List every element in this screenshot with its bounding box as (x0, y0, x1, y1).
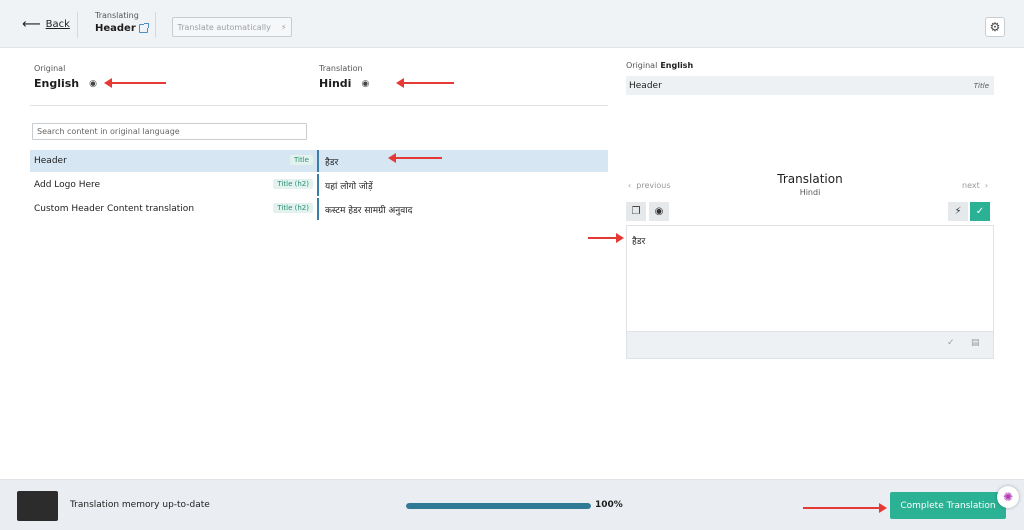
translation-panel-title: Translation Hindi (626, 172, 994, 197)
row-type-badge: Title (h2) (273, 179, 313, 189)
gear-icon: ⚙ (989, 20, 1001, 34)
external-link-icon[interactable] (138, 23, 149, 33)
table-row[interactable]: Add Logo Here Title (h2) यहां लोगो जोड़े… (30, 174, 608, 196)
translation-language-value: Hindi (319, 77, 352, 90)
eye-off-icon[interactable]: ◉ (361, 79, 369, 89)
translation-language-label: Translation (319, 64, 363, 73)
translation-editor-text[interactable]: हैडर (632, 234, 645, 247)
memory-status: Translation memory up-to-date (70, 500, 210, 510)
row-translation-text: यहां लोगो जोड़ें (317, 174, 373, 196)
spellcheck-icon[interactable]: ✓ (947, 338, 955, 348)
translate-automatically-button[interactable]: Translate automatically ⚡ (172, 17, 292, 37)
row-original-text: Add Logo Here (34, 180, 101, 190)
row-type-badge: Title (289, 155, 313, 165)
top-bar: ⟵ Back Translating Header Translate auto… (0, 0, 1024, 48)
back-button[interactable]: ⟵ Back (22, 16, 70, 32)
original-language-label: Original (34, 64, 66, 73)
translation-editor[interactable]: हैडर ✓ ▤ (626, 225, 994, 359)
brain-icon[interactable]: ✺ (997, 486, 1019, 508)
translate-automatically-label: Translate automatically (177, 22, 271, 32)
annotation-arrow (388, 153, 442, 163)
glossary-icon[interactable]: ▤ (971, 338, 980, 348)
divider (155, 12, 156, 38)
translating-info: Translating Header (95, 11, 149, 34)
copy-original-button[interactable]: ❐ (626, 202, 646, 221)
divider (30, 105, 608, 106)
row-translation-text: हैडर (317, 150, 338, 172)
original-language-block: Original English ◉ (34, 64, 97, 90)
right-original-header: Original English (626, 61, 693, 70)
item-name-link[interactable]: Header (95, 23, 149, 34)
back-label: Back (45, 19, 70, 30)
progress-label: 100% (595, 500, 623, 510)
table-row[interactable]: Custom Header Content translation Title … (30, 198, 608, 220)
translating-label: Translating (95, 11, 139, 20)
translation-lang: Hindi (799, 188, 821, 197)
annotation-arrow (588, 233, 624, 243)
footer-bar: Translation memory up-to-date 100% Compl… (0, 479, 1024, 530)
settings-button[interactable]: ⚙ (985, 17, 1005, 37)
eye-off-icon[interactable]: ◉ (89, 79, 97, 89)
right-original-lang: English (660, 61, 694, 70)
editor-toolbar: ✓ ▤ (627, 331, 993, 358)
chevron-right-icon: › (984, 181, 989, 190)
annotation-arrow (803, 503, 887, 513)
table-row[interactable]: Header Title हैडर (30, 150, 608, 172)
row-translation-text: कस्टम हेडर सामग्री अनुवाद (317, 198, 412, 220)
auto-translate-button[interactable]: ⚡ (948, 202, 968, 221)
annotation-arrow (104, 78, 166, 88)
original-text-box: Header Title (626, 76, 994, 95)
back-arrow-icon: ⟵ (22, 16, 41, 32)
lightning-icon: ⚡ (280, 22, 287, 32)
right-original-label: Original (626, 61, 658, 70)
translation-language-block: Translation Hindi ◉ (319, 64, 369, 90)
check-icon: ✓ (975, 206, 985, 217)
progress-bar (406, 503, 591, 509)
annotation-arrow (396, 78, 454, 88)
eye-off-icon: ◉ (654, 206, 664, 217)
original-language-value: English (34, 77, 80, 90)
preview-thumbnail (17, 491, 58, 521)
copy-icon: ❐ (631, 206, 641, 217)
row-type-badge: Title (h2) (273, 203, 313, 213)
toggle-visibility-button[interactable]: ◉ (649, 202, 669, 221)
original-type-tag: Title (973, 81, 989, 90)
next-label: next (962, 181, 980, 190)
original-text: Header (629, 80, 662, 91)
next-button[interactable]: next › (962, 181, 988, 190)
row-original-text: Custom Header Content translation (34, 204, 195, 214)
confirm-translation-button[interactable]: ✓ (970, 202, 990, 221)
complete-translation-button[interactable]: Complete Translation (890, 492, 1006, 519)
row-original-text: Header (34, 156, 67, 166)
lightning-icon: ⚡ (954, 206, 962, 217)
divider (77, 12, 78, 38)
progress-fill (406, 503, 591, 509)
search-input[interactable] (32, 123, 307, 140)
item-name: Header (95, 23, 136, 34)
translation-title: Translation (777, 172, 843, 186)
